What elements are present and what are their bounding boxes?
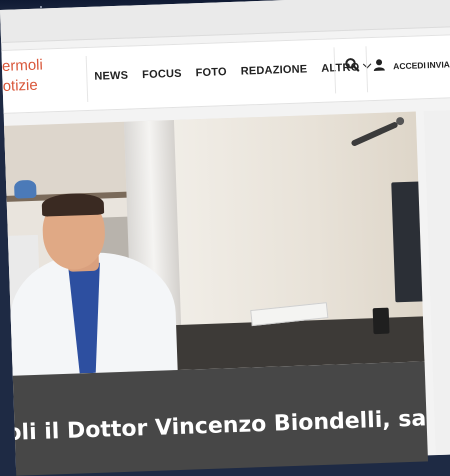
nav-item-redazione[interactable]: REDAZIONE	[241, 63, 308, 77]
nav-item-news[interactable]: NEWS	[94, 70, 128, 83]
search-icon[interactable]	[345, 58, 360, 72]
user-icon[interactable]	[373, 59, 385, 71]
site-header: ermoli otizie NEWS FOCUS FOTO REDAZIONE …	[1, 33, 450, 114]
headline-box: noli il Dottor Vincenzo Biondelli, sarà	[12, 361, 429, 476]
login-link[interactable]: ACCEDI	[393, 60, 426, 71]
logo-line-1: ermoli	[1, 56, 44, 75]
main-nav: NEWS FOCUS FOTO REDAZIONE ALTRO	[94, 59, 372, 83]
nav-item-focus[interactable]: FOCUS	[142, 68, 182, 81]
nav-item-foto[interactable]: FOTO	[195, 66, 227, 79]
sidebar-panel	[423, 109, 450, 456]
logo-line-2: otizie	[2, 76, 38, 95]
browser-screen: ermoli otizie NEWS FOCUS FOTO REDAZIONE …	[0, 0, 450, 476]
article-hero-image	[4, 111, 425, 376]
divider	[85, 56, 89, 103]
site-logo[interactable]: ermoli otizie	[2, 54, 85, 97]
send-link[interactable]: INVIA A	[427, 59, 450, 70]
article-headline[interactable]: noli il Dottor Vincenzo Biondelli, sarà	[14, 406, 427, 450]
